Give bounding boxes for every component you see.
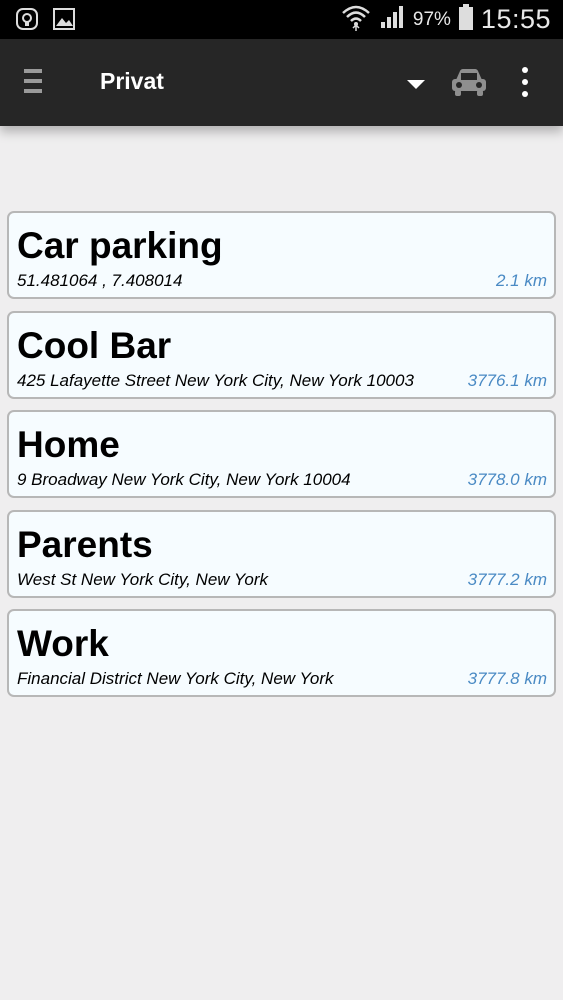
car-icon[interactable] (448, 65, 490, 101)
location-distance: 3777.2 km (467, 569, 547, 589)
location-distance: 2.1 km (495, 271, 547, 290)
location-name: Work (17, 623, 109, 664)
list-item[interactable]: Home 9 Broadway New York City, New York … (7, 410, 556, 498)
menu-icon[interactable] (24, 69, 48, 97)
location-name: Car parking (17, 225, 223, 266)
location-address: 9 Broadway New York City, New York 10004 (17, 470, 351, 489)
battery-percentage: 97% (412, 8, 451, 30)
list-item[interactable]: Car parking 51.481064 , 7.408014 2.1 km (7, 211, 556, 299)
status-bar: 97% 15:55 (0, 0, 563, 39)
battery-icon (458, 4, 473, 35)
overflow-menu-icon[interactable] (514, 67, 536, 101)
location-list: Car parking 51.481064 , 7.408014 2.1 km … (7, 211, 556, 709)
shield-notification-icon (14, 6, 40, 37)
location-name: Home (17, 424, 120, 465)
location-address: West St New York City, New York (17, 569, 268, 589)
location-address: 51.481064 , 7.408014 (17, 271, 183, 290)
signal-icon (379, 4, 405, 35)
page-title: Privat (100, 68, 164, 94)
list-item[interactable]: Cool Bar 425 Lafayette Street New York C… (7, 310, 556, 399)
image-notification-icon (52, 6, 76, 37)
list-item[interactable]: Work Financial District New York City, N… (7, 609, 556, 697)
dropdown-arrow-icon[interactable] (404, 77, 428, 93)
location-address: Financial District New York City, New Yo… (17, 669, 334, 688)
wifi-icon (341, 3, 371, 36)
list-item[interactable]: Parents West St New York City, New York … (7, 509, 556, 598)
location-distance: 3777.8 km (467, 669, 547, 688)
location-distance: 3776.1 km (467, 370, 547, 390)
location-distance: 3778.0 km (467, 470, 547, 489)
location-name: Cool Bar (17, 324, 172, 366)
app-bar: Privat (0, 39, 563, 126)
location-address: 425 Lafayette Street New York City, New … (17, 370, 414, 390)
location-name: Parents (17, 523, 153, 565)
clock: 15:55 (480, 4, 551, 34)
